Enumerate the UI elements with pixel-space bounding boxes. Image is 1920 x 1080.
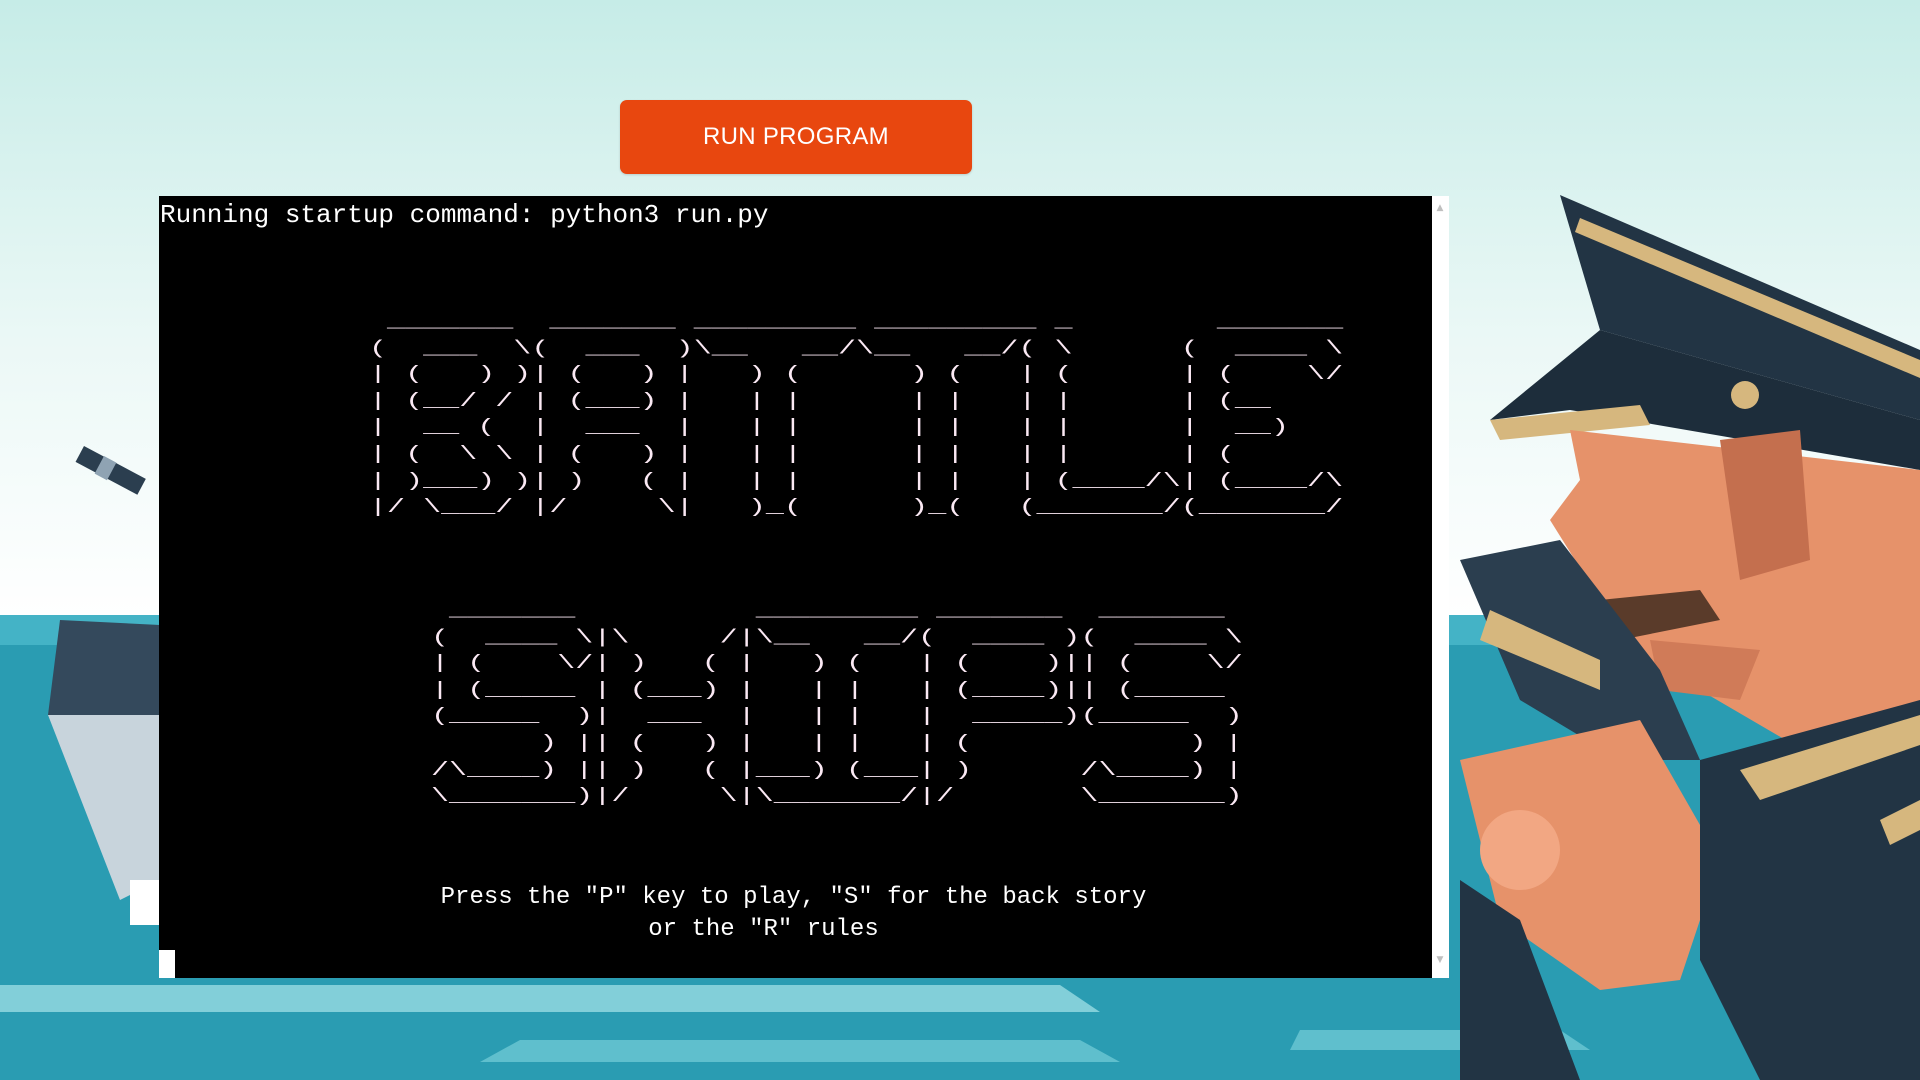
scroll-up-icon[interactable]: ▲ bbox=[1433, 202, 1447, 214]
startup-command-line: Running startup command: python3 run.py bbox=[160, 200, 769, 230]
run-program-button[interactable]: RUN PROGRAM bbox=[620, 100, 972, 174]
ascii-title-battle: _______ _______ _________ _________ _ __… bbox=[369, 311, 1344, 519]
ascii-title-ships: _______ _________ _______ _______ ( ____… bbox=[431, 600, 1243, 808]
play-instructions-line-2: or the "R" rules bbox=[648, 916, 879, 943]
terminal-corner bbox=[159, 950, 175, 978]
scroll-down-icon[interactable]: ▼ bbox=[1433, 954, 1447, 966]
play-instructions-line-1: Press the "P" key to play, "S" for the b… bbox=[440, 884, 1147, 911]
terminal-output[interactable]: Running startup command: python3 run.py … bbox=[159, 196, 1432, 978]
